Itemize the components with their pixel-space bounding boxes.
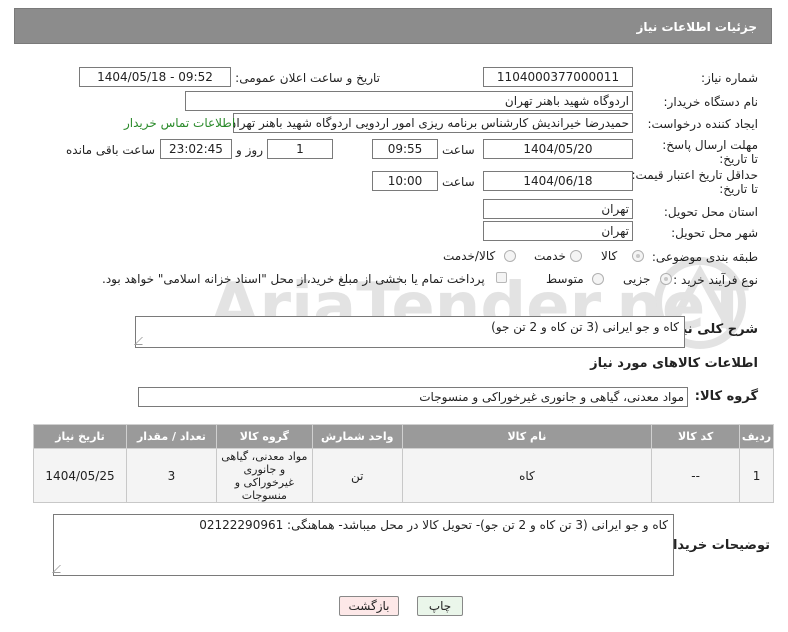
announce-label: تاریخ و ساعت اعلان عمومی: [235,71,380,85]
print-button[interactable]: چاپ [417,596,463,616]
col-unit-header: واحد شمارش [311,424,403,449]
days-label: روز و [236,143,263,157]
price-validity-time-label: ساعت [442,175,475,189]
category-label: طبقه بندی موضوعی: [651,250,758,264]
process-minor-label: جزیی [623,272,651,286]
treasury-payment-checkbox[interactable] [496,272,507,283]
buyer-org-field[interactable]: اردوگاه شهید باهنر تهران [185,91,633,111]
deadline-date-field[interactable]: 1404/05/20 [483,139,633,159]
page-title: جزئیات اطلاعات نیاز [636,20,757,34]
category-goods-service-label: کالا/خدمت [443,249,496,263]
requester-field[interactable]: حمیدرضا خیراندیش کارشناس برنامه ریزی امو… [233,113,633,133]
remaining-time-field[interactable]: 23:02:45 [160,139,232,159]
treasury-payment-note: پرداخت تمام یا بخشی از مبلغ خرید،از محل … [102,272,485,286]
col-row-header: ردیف [739,424,774,449]
days-field[interactable]: 1 [267,139,333,159]
goods-group-field[interactable]: مواد معدنی، گیاهی و جانوری غیرخوراکی و م… [138,387,688,407]
process-minor-radio[interactable] [660,273,672,285]
city-label: شهر محل تحویل: [671,226,758,240]
cell-date: 1404/05/25 [32,448,128,503]
price-validity-time-field[interactable]: 10:00 [372,171,438,191]
process-medium-label: متوسط [546,272,584,286]
category-service-radio[interactable] [570,250,582,262]
need-number-label: شماره نیاز: [701,71,758,85]
cell-code: -- [651,448,741,503]
buyer-notes-textarea[interactable]: کاه و جو ایرانی (3 تن کاه و 2 تن جو)- تح… [52,514,674,576]
price-validity-date-field[interactable]: 1404/06/18 [483,171,633,191]
col-qty-header: تعداد / مقدار [126,424,217,449]
remaining-label: ساعت باقی مانده [66,143,156,157]
category-goods-label: کالا [601,249,618,263]
deadline-time-field[interactable]: 09:55 [372,139,438,159]
goods-group-label: گروه کالا: [694,389,758,404]
col-code-header: کد کالا [651,424,741,449]
announce-field[interactable]: 1404/05/18 - 09:52 [79,67,231,87]
col-date-header: تاریخ نیاز [32,424,128,449]
deadline-time-label: ساعت [442,143,475,157]
category-goods-service-radio[interactable] [504,250,516,262]
cell-qty: 3 [126,448,217,503]
process-label: نوع فرآیند خرید : [673,273,758,287]
cell-row: 1 [739,448,774,503]
resize-handle-icon[interactable] [134,337,150,345]
details-header: جزئیات اطلاعات نیاز [14,8,772,44]
category-service-label: خدمت [534,249,566,263]
province-label: استان محل تحویل: [663,205,758,219]
buyer-notes-label: توضیحات خریدار: [660,538,770,553]
items-table: ردیف کد کالا نام کالا واحد شمارش گروه کا… [32,424,774,503]
need-number-field[interactable]: 1104000377000011 [483,67,633,87]
col-name-header: نام کالا [401,424,653,449]
buyer-org-label: نام دستگاه خریدار: [663,95,759,109]
category-goods-radio[interactable] [632,250,644,262]
summary-textarea[interactable]: کاه و جو ایرانی (3 تن کاه و 2 تن جو) [134,316,685,348]
resize-handle-icon[interactable] [52,565,68,573]
price-validity-label: حداقل تاریخ اعتبار قیمت: تا تاریخ: [631,168,758,196]
buyer-notes-text: کاه و جو ایرانی (3 تن کاه و 2 تن جو)- تح… [199,518,668,532]
requester-label: ایجاد کننده درخواست: [647,117,758,131]
table-header-row: ردیف کد کالا نام کالا واحد شمارش گروه کا… [32,424,774,449]
summary-text: کاه و جو ایرانی (3 تن کاه و 2 تن جو) [491,320,679,334]
goods-info-title: اطلاعات کالاهای مورد نیاز [590,356,758,371]
cell-name: کاه [401,448,653,503]
city-field[interactable]: تهران [483,221,633,241]
cell-group: مواد معدنی، گیاهی و جانوری غیرخوراکی و م… [215,448,313,503]
buyer-contact-link[interactable]: اطلاعات تماس خریدار [124,116,235,130]
deadline-label: مهلت ارسال پاسخ: تا تاریخ: [662,138,758,166]
table-row[interactable]: 1 -- کاه تن مواد معدنی، گیاهی و جانوری غ… [32,448,774,503]
cell-unit: تن [311,448,403,503]
process-medium-radio[interactable] [592,273,604,285]
col-group-header: گروه کالا [215,424,313,449]
province-field[interactable]: تهران [483,199,633,219]
back-button[interactable]: بازگشت [339,596,399,616]
